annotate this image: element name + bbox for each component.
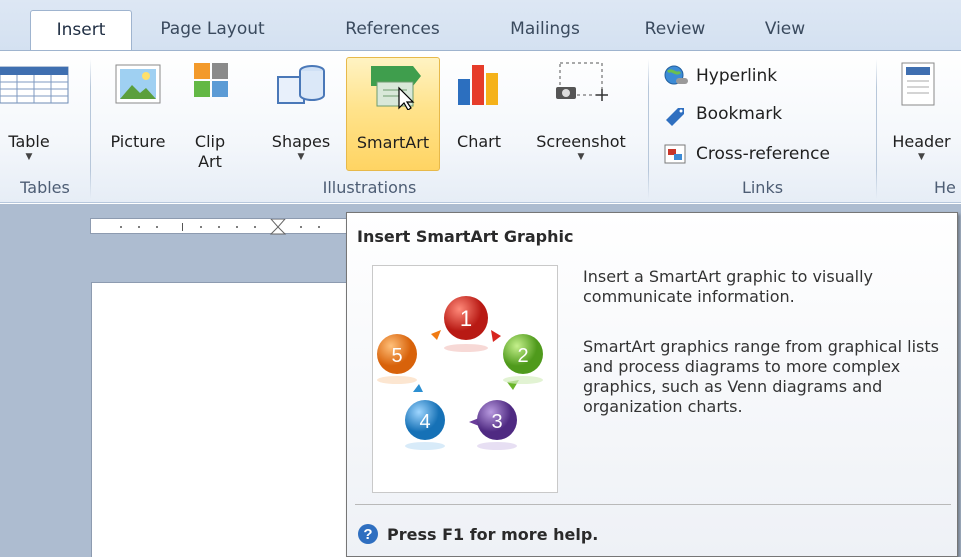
header-label: Header xyxy=(892,132,951,151)
tab-mailings[interactable]: Mailings xyxy=(495,10,595,50)
ribbon-tab-strip: Insert Page Layout References Mailings R… xyxy=(0,0,961,50)
cross-reference-label: Cross-reference xyxy=(696,144,830,164)
tooltip-divider xyxy=(355,504,951,505)
help-text: Press F1 for more help. xyxy=(387,524,599,544)
document-page[interactable] xyxy=(91,282,353,557)
chart-icon xyxy=(458,65,498,105)
hyperlink-button[interactable]: Hyperlink xyxy=(662,61,777,91)
tab-references[interactable]: References xyxy=(330,10,455,50)
hyperlink-label: Hyperlink xyxy=(696,66,778,86)
cross-reference-button[interactable]: Cross-reference xyxy=(662,139,830,169)
smartart-icon xyxy=(371,66,421,111)
cycle-node-3: 3 xyxy=(477,400,517,440)
globe-link-icon xyxy=(664,65,688,85)
picture-button[interactable]: Picture xyxy=(102,61,174,171)
clip-art-label-1: Clip xyxy=(194,132,226,151)
table-label: Table xyxy=(8,132,50,151)
cycle-node-2: 2 xyxy=(503,334,543,374)
tab-page-layout[interactable]: Page Layout xyxy=(145,10,280,50)
cycle-arrow-icon xyxy=(413,384,423,392)
chart-button[interactable]: Chart xyxy=(446,61,512,171)
bookmark-icon xyxy=(666,108,684,126)
chart-label: Chart xyxy=(457,132,501,151)
cross-reference-icon xyxy=(664,144,686,164)
screenshot-button[interactable]: Screenshot ▼ xyxy=(520,61,642,171)
help-icon: ? xyxy=(358,524,378,544)
table-button[interactable]: Table ▼ xyxy=(0,61,80,171)
bookmark-label: Bookmark xyxy=(696,104,783,124)
smartart-tooltip: Insert SmartArt Graphic 1 2 3 4 5 Insert… xyxy=(346,212,958,557)
bookmark-button[interactable]: Bookmark xyxy=(662,99,782,129)
clip-art-label-2: Art xyxy=(198,152,222,171)
group-label-illustrations: Illustrations xyxy=(322,178,417,197)
header-icon xyxy=(901,62,935,106)
shapes-label: Shapes xyxy=(271,132,331,151)
shapes-icon xyxy=(277,65,325,104)
svg-text:3: 3 xyxy=(491,411,502,433)
picture-label: Picture xyxy=(110,132,166,151)
picture-icon xyxy=(115,64,161,104)
group-separator xyxy=(90,59,91,199)
cycle-node-1: 1 xyxy=(444,296,488,340)
svg-text:1: 1 xyxy=(460,306,472,331)
cycle-arrow-icon xyxy=(431,330,441,340)
header-button[interactable]: Header ▼ xyxy=(882,61,961,171)
tooltip-description-1: Insert a SmartArt graphic to visually co… xyxy=(583,267,874,306)
tab-view[interactable]: View xyxy=(750,10,820,50)
table-icon xyxy=(0,66,69,104)
screenshot-label: Screenshot xyxy=(536,132,626,151)
clip-art-icon xyxy=(194,63,228,97)
screenshot-icon xyxy=(556,62,608,101)
cycle-node-4: 4 xyxy=(405,400,445,440)
group-label-links: Links xyxy=(741,178,784,197)
svg-text:5: 5 xyxy=(391,345,402,367)
chevron-down-icon: ▼ xyxy=(918,152,925,162)
smartart-label: SmartArt xyxy=(356,133,430,152)
svg-text:2: 2 xyxy=(517,345,528,367)
cycle-node-5: 5 xyxy=(377,334,417,374)
tab-insert[interactable]: Insert xyxy=(30,10,132,50)
group-separator xyxy=(648,59,649,199)
tooltip-help: ? Press F1 for more help. xyxy=(357,523,598,545)
tooltip-description-2: SmartArt graphics range from graphical l… xyxy=(583,337,939,416)
chevron-down-icon: ▼ xyxy=(25,152,33,162)
smartart-button[interactable]: SmartArt xyxy=(346,57,440,171)
smartart-cycle-preview: 1 2 3 4 5 xyxy=(372,265,558,493)
ribbon: Table ▼ Tables Picture Clip Art Shapes ▼… xyxy=(0,50,961,203)
chevron-down-icon: ▼ xyxy=(297,152,305,162)
cycle-arrow-icon xyxy=(491,330,501,342)
group-separator xyxy=(876,59,877,199)
group-label-header-footer: He xyxy=(934,178,956,197)
horizontal-ruler[interactable] xyxy=(90,218,352,235)
chevron-down-icon: ▼ xyxy=(577,152,585,162)
cycle-diagram: 1 2 3 4 5 xyxy=(377,296,543,450)
indent-marker-icon[interactable] xyxy=(269,218,287,235)
svg-text:?: ? xyxy=(363,526,372,543)
shapes-button[interactable]: Shapes ▼ xyxy=(262,61,340,171)
clip-art-button[interactable]: Clip Art xyxy=(180,61,240,171)
svg-text:4: 4 xyxy=(419,411,430,433)
tooltip-title: Insert SmartArt Graphic xyxy=(357,227,574,246)
tab-review[interactable]: Review xyxy=(635,10,715,50)
group-label-tables: Tables xyxy=(20,178,70,197)
ruler-ticks xyxy=(120,218,320,235)
